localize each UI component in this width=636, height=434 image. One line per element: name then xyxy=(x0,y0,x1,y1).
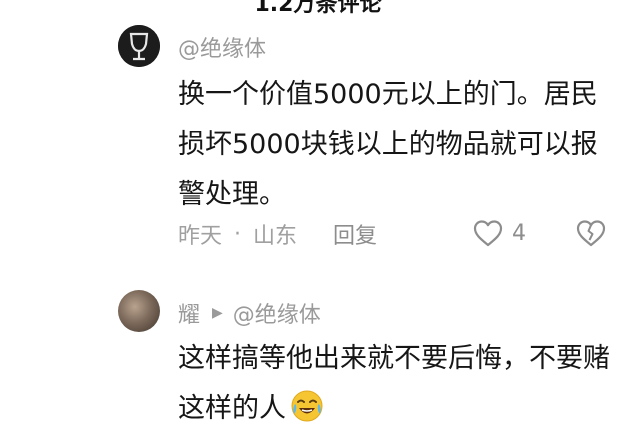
comments-header-title: 1.2万条评论 xyxy=(254,0,382,17)
reply-to-username[interactable]: @绝缘体 xyxy=(233,297,321,329)
avatar[interactable] xyxy=(118,25,160,67)
broken-heart-icon xyxy=(576,220,606,247)
heart-outline-icon xyxy=(473,220,503,247)
like-button[interactable]: 4 xyxy=(472,218,526,248)
reply-header: 耀 ▶ @绝缘体 xyxy=(178,297,321,329)
avatar[interactable] xyxy=(118,290,160,332)
comment-text-content: 这样搞等他出来就不要后悔，不要赌这样的人 xyxy=(178,343,610,424)
comment-time: 昨天 xyxy=(178,224,223,249)
meta-separator: · xyxy=(234,221,242,247)
comment-location: 山东 xyxy=(253,224,298,249)
reply-arrow-icon: ▶ xyxy=(212,305,223,321)
comment-text: 这样搞等他出来就不要后悔，不要赌这样的人 xyxy=(178,334,618,434)
comment-text: 换一个价值5000元以上的门。居民损坏5000块钱以上的物品就可以报警处理。 xyxy=(178,79,598,210)
comment-username[interactable]: @绝缘体 xyxy=(178,31,266,63)
crying-laughing-emoji xyxy=(291,390,323,422)
comment-meta: 昨天 · 山东 回复 xyxy=(178,218,377,250)
like-count: 4 xyxy=(512,220,526,246)
wineglass-avatar-icon xyxy=(118,25,160,67)
dislike-button[interactable] xyxy=(574,218,608,252)
reply-button[interactable]: 回复 xyxy=(333,218,377,250)
comment-username[interactable]: 耀 xyxy=(178,297,200,329)
